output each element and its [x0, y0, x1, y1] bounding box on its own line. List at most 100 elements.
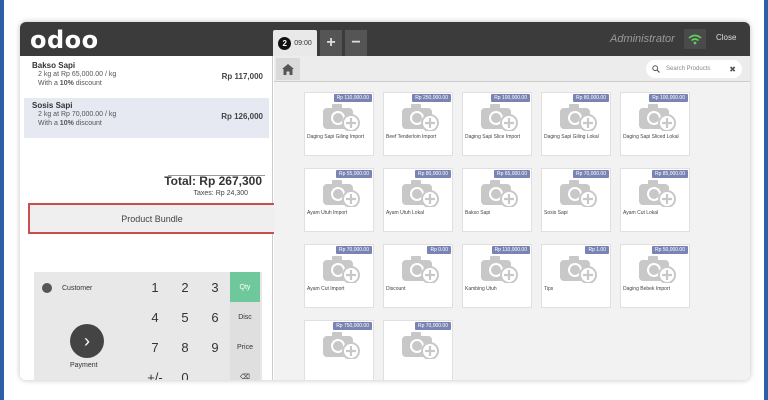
- product-name: Ayam Cut Lokal: [623, 210, 659, 216]
- product-price-tag: Rp 100,000.00: [649, 94, 688, 102]
- numpad-key-4[interactable]: 4: [140, 302, 170, 332]
- product-placeholder-icon: [401, 179, 439, 208]
- order-number: 2: [278, 36, 292, 50]
- product-placeholder-icon: [638, 255, 676, 284]
- numpad-key-6[interactable]: 6: [200, 302, 230, 332]
- remove-order-button[interactable]: −: [345, 30, 367, 56]
- product-price-tag: Rp 250,000.00: [412, 94, 451, 102]
- numpad-key-8[interactable]: 8: [170, 332, 200, 362]
- product-card[interactable]: Rp 70,000.00 Sosis Sapi: [541, 168, 611, 232]
- product-placeholder-icon: [401, 331, 439, 360]
- product-placeholder-icon: [480, 255, 518, 284]
- product-card[interactable]: Rp 55,000.00 Ayam Utuh Import: [304, 168, 374, 232]
- add-order-button[interactable]: +: [320, 30, 342, 56]
- search-bar[interactable]: Search Products ✖: [646, 60, 742, 78]
- wifi-icon[interactable]: [684, 29, 706, 49]
- order-line-name: Bakso Sapi: [32, 61, 76, 70]
- search-icon: [652, 65, 660, 73]
- product-card[interactable]: Rp 100,000.00 Daging Sapi Sliced Lokal: [620, 92, 690, 156]
- product-placeholder-icon: [638, 103, 676, 132]
- numpad-sign-button[interactable]: +/-: [140, 362, 170, 381]
- order-total: Total: Rp 267,300: [164, 174, 262, 188]
- product-name: Kambing Utuh: [465, 286, 497, 292]
- order-line-name: Sosis Sapi: [32, 101, 73, 110]
- product-price-tag: Rp 80,000.00: [572, 94, 609, 102]
- pos-window: odoo 2 09:00 + − Administrator Close Bak…: [20, 22, 750, 380]
- right-edge-strip: [764, 0, 768, 400]
- backspace-icon[interactable]: ⌫: [230, 362, 260, 380]
- product-card[interactable]: Rp 70,000.00 Ayam Cut Import: [304, 244, 374, 308]
- chevron-right-icon: ›: [84, 330, 90, 351]
- product-price-tag: Rp 85,000.00: [651, 170, 688, 178]
- product-header: Search Products ✖: [274, 56, 750, 82]
- product-name: Daging Sapi Giling Lokal: [544, 134, 599, 140]
- product-price-tag: Rp 55,000.00: [335, 170, 372, 178]
- product-bundle-button[interactable]: Product Bundle: [28, 203, 276, 234]
- product-card[interactable]: Rp 80,000.00 Ayam Utuh Lokal: [383, 168, 453, 232]
- payment-button[interactable]: ›: [70, 324, 104, 358]
- product-name: Tips: [544, 286, 554, 292]
- product-placeholder-icon: [559, 103, 597, 132]
- product-card[interactable]: Rp 0.00 Discount: [383, 244, 453, 308]
- product-placeholder-icon: [480, 103, 518, 132]
- order-line[interactable]: Bakso Sapi 2 kg at Rp 65,000.00 / kg Wit…: [24, 58, 269, 98]
- order-line-price: Rp 117,000: [221, 72, 263, 81]
- action-pad: Customer › Payment 1 2 3 Qty 4 5 6 Disc …: [34, 272, 262, 380]
- product-card[interactable]: Rp 50,000.00 Daging Bebek Import: [620, 244, 690, 308]
- numpad-key-2[interactable]: 2: [170, 272, 200, 302]
- product-placeholder-icon: [401, 255, 439, 284]
- order-taxes: Taxes: Rp 24,300: [193, 190, 248, 197]
- payment-label: Payment: [70, 362, 98, 369]
- search-input[interactable]: Search Products: [666, 66, 710, 72]
- product-name: Daging Sapi Sliced Lokal: [623, 134, 679, 140]
- numpad-decimal-button[interactable]: .: [200, 362, 230, 381]
- customer-label: Customer: [62, 284, 93, 292]
- numpad-key-3[interactable]: 3: [200, 272, 230, 302]
- odoo-logo: odoo: [30, 26, 99, 54]
- product-placeholder-icon: [401, 103, 439, 132]
- product-name: Daging Sapi Slice Import: [465, 134, 521, 140]
- product-price-tag: Rp 80,000.00: [414, 170, 451, 178]
- numpad-key-1[interactable]: 1: [140, 272, 170, 302]
- product-name: Daging Sapi Giling Import: [307, 134, 364, 140]
- numpad-disc-button[interactable]: Disc: [230, 302, 260, 332]
- product-name: Ayam Utuh Lokal: [386, 210, 424, 216]
- customer-button[interactable]: Customer: [42, 277, 146, 299]
- order-tabs: 2 09:00 + −: [273, 22, 367, 56]
- product-placeholder-icon: [322, 179, 360, 208]
- product-card[interactable]: Rp 100,000.00 Daging Sapi Slice Import: [462, 92, 532, 156]
- product-name: Beef Tenderloin Import: [386, 134, 437, 140]
- product-card[interactable]: Rp 85,000.00 Ayam Cut Lokal: [620, 168, 690, 232]
- product-placeholder-icon: [322, 103, 360, 132]
- product-card[interactable]: Rp 65,000.00 Bakso Sapi: [462, 168, 532, 232]
- numpad-key-5[interactable]: 5: [170, 302, 200, 332]
- numpad-qty-button[interactable]: Qty: [230, 272, 260, 302]
- order-line-selected[interactable]: Sosis Sapi 2 kg at Rp 70,000.00 / kg Wit…: [24, 98, 269, 138]
- user-icon: [42, 283, 52, 293]
- numpad-price-button[interactable]: Price: [230, 332, 260, 362]
- close-button[interactable]: Close: [716, 33, 736, 42]
- product-card[interactable]: Rp 110,000.00 Kambing Utuh: [462, 244, 532, 308]
- product-card[interactable]: Rp 110,000.00 Daging Sapi Giling Import: [304, 92, 374, 156]
- product-card[interactable]: Rp 750,000.00: [304, 320, 374, 380]
- clear-search-icon[interactable]: ✖: [729, 65, 736, 74]
- pos-header: odoo 2 09:00 + − Administrator Close: [20, 22, 750, 56]
- user-name[interactable]: Administrator: [610, 33, 675, 45]
- product-name: Sosis Sapi: [544, 210, 568, 216]
- home-icon[interactable]: [276, 58, 300, 80]
- order-tab[interactable]: 2 09:00: [273, 30, 317, 56]
- numpad-key-7[interactable]: 7: [140, 332, 170, 362]
- product-price-tag: Rp 70,000.00: [414, 322, 451, 330]
- left-edge-strip: [0, 0, 4, 400]
- product-card[interactable]: Rp 80,000.00 Daging Sapi Giling Lokal: [541, 92, 611, 156]
- product-placeholder-icon: [559, 255, 597, 284]
- product-card[interactable]: Rp 70,000.00: [383, 320, 453, 380]
- product-price-tag: Rp 70,000.00: [572, 170, 609, 178]
- numpad-key-0[interactable]: 0: [170, 362, 200, 381]
- product-price-tag: Rp 65,000.00: [493, 170, 530, 178]
- product-placeholder-icon: [322, 255, 360, 284]
- product-card[interactable]: Rp 1.00 Tips: [541, 244, 611, 308]
- numpad-key-9[interactable]: 9: [200, 332, 230, 362]
- product-card[interactable]: Rp 250,000.00 Beef Tenderloin Import: [383, 92, 453, 156]
- product-price-tag: Rp 1.00: [585, 246, 609, 254]
